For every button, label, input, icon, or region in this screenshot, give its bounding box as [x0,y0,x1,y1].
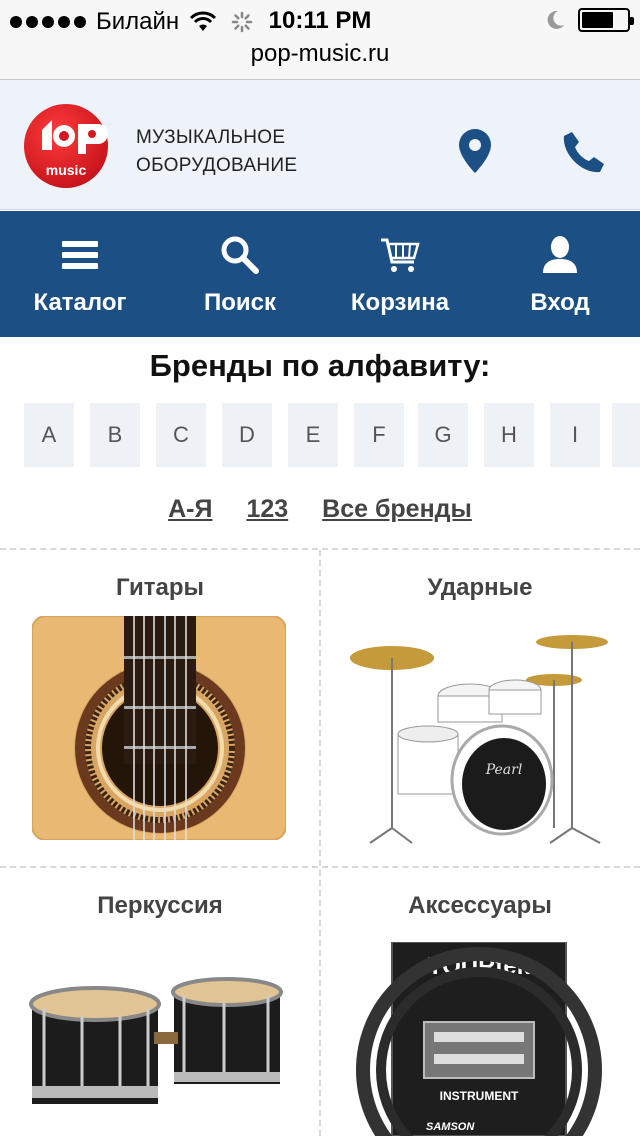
category-title: Ударные [427,574,533,601]
brand-letter-g[interactable]: G [418,403,468,467]
brand-letter-c[interactable]: C [156,403,206,467]
category-drums[interactable]: Ударные Pearl [320,550,640,866]
status-right [544,8,634,32]
link-a-ya[interactable]: А-Я [168,495,212,524]
url-text: pop-music.ru [250,40,390,67]
link-123[interactable]: 123 [246,495,288,524]
moon-icon [547,10,564,29]
search-icon [221,236,259,274]
bongos-image [29,977,283,1104]
category-guitars[interactable]: Гитары [0,550,320,866]
brand-letter-h[interactable]: H [484,403,534,467]
category-title: Гитары [115,574,205,601]
brands-title: Бренды по алфавиту: [149,348,491,383]
nav-login-label: Вход [530,289,590,316]
main-nav: Каталог Поиск Корзина Вход [0,211,640,337]
brand-letter-bar[interactable]: A B C D E F G H I [24,403,640,467]
brand-letter-e[interactable]: E [288,403,338,467]
site-header: music МУЗЫКАЛЬНОЕ ОБОРУДОВАНИЕ [0,80,640,210]
tagline-line-2: ОБОРУДОВАНИЕ [136,155,298,176]
category-title: Перкуссия [97,892,223,919]
brand-letter-d[interactable]: D [222,403,272,467]
cable-package-image: TOURtek INSTRUMENT SAMSON [356,942,602,1136]
brand-letter-next[interactable] [612,403,640,467]
nav-catalog-label: Каталог [33,289,127,316]
drum-kit-image: Pearl [350,635,608,844]
nav-search[interactable]: Поиск [160,211,320,337]
nav-cart[interactable]: Корзина [320,211,480,337]
link-all-brands[interactable]: Все бренды [322,495,472,524]
category-title: Аксессуары [408,892,552,919]
pop-music-logo[interactable]: music [22,100,114,192]
map-pin-icon[interactable] [458,128,492,174]
status-bar: Билайн 10:11 PM [0,0,640,40]
guitar-image [32,616,286,840]
site-tagline: МУЗЫКАЛЬНОЕ ОБОРУДОВАНИЕ [136,124,297,180]
phone-icon[interactable] [562,130,606,174]
svg-text:INSTRUMENT: INSTRUMENT [440,1089,519,1103]
user-icon [543,236,577,273]
battery-icon [578,8,634,32]
nav-search-label: Поиск [203,289,277,316]
brand-letter-a[interactable]: A [24,403,74,467]
brand-letter-i[interactable]: I [550,403,600,467]
svg-text:music: music [46,162,87,178]
tagline-line-1: МУЗЫКАЛЬНОЕ [136,127,286,148]
brand-letter-b[interactable]: B [90,403,140,467]
nav-catalog[interactable]: Каталог [0,211,160,337]
nav-cart-label: Корзина [350,289,450,316]
nav-login[interactable]: Вход [480,211,640,337]
category-percussion[interactable]: Перкуссия [0,868,320,1136]
svg-text:Pearl: Pearl [485,762,523,778]
svg-text:SAMSON: SAMSON [426,1121,475,1133]
url-bar[interactable]: pop-music.ru [0,40,640,80]
brand-links: А-Я 123 Все бренды [0,495,640,524]
category-accessories[interactable]: Аксессуары TOURtek INSTRUMENT SAMSON [320,868,640,1136]
brand-letter-f[interactable]: F [354,403,404,467]
cart-icon [381,238,420,272]
menu-icon [62,241,98,269]
